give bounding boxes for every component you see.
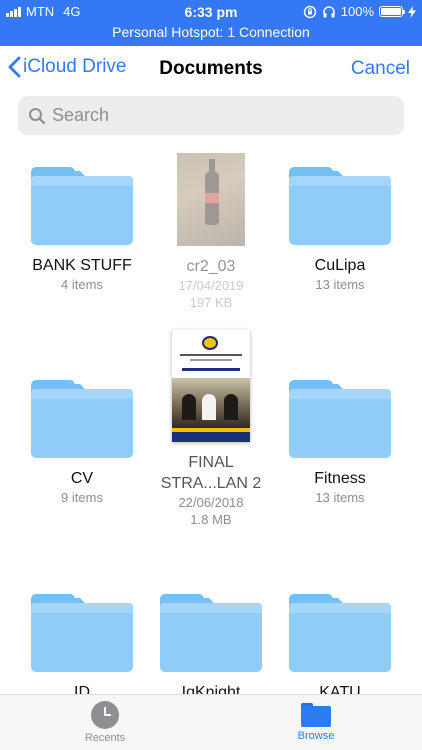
tab-recents[interactable]: Recents [55,701,155,744]
clock-icon [91,701,119,729]
item-name: CuLipa [314,257,366,274]
tab-browse[interactable]: Browse [266,701,366,742]
search-bar[interactable] [18,96,404,135]
item-date: 17/04/2019 [178,278,244,293]
photo-thumbnail [177,153,245,246]
orientation-lock-icon [303,5,316,18]
folder-item[interactable]: ID [17,594,147,703]
item-size: 197 KB [189,295,233,310]
item-name: BANK STUFF [32,257,132,274]
folder-item[interactable]: CV 9 items [17,380,147,506]
item-count: 13 items [315,490,365,505]
battery-icon [379,6,405,17]
folder-icon [31,167,133,245]
hotspot-banner[interactable]: Personal Hotspot: 1 Connection [0,24,422,40]
item-name: CV [70,470,94,487]
item-count: 4 items [61,277,103,292]
folder-item[interactable]: IqKnight [146,594,276,703]
folder-item[interactable]: BANK STUFF 4 items [17,167,147,293]
item-name: cr2_03 [186,258,236,275]
headphones-icon [323,5,335,17]
file-item[interactable]: cr2_03 17/04/2019 197 KB [146,153,276,311]
item-size: 1.8 MB [190,512,232,527]
folder-icon [31,380,133,458]
folder-icon [301,703,331,727]
charging-bolt-icon [408,5,416,18]
folder-icon [160,594,262,672]
search-icon [29,107,46,124]
status-right: 100% [303,4,416,19]
tab-bar: Recents Browse [0,694,422,750]
folder-item[interactable]: Fitness 13 items [275,380,405,506]
cancel-button[interactable]: Cancel [351,58,410,80]
item-count: 9 items [61,490,103,505]
item-count: 13 items [315,277,365,292]
navigation-bar: iCloud Drive Documents Cancel [0,46,422,94]
folder-icon [289,594,391,672]
status-bar: MTN 4G 6:33 pm 100% Personal Hotspot: 1 … [0,0,422,46]
battery-percent: 100% [340,4,374,19]
tab-recents-label: Recents [84,732,126,744]
folder-icon [289,380,391,458]
tab-browse-label: Browse [297,730,335,742]
item-name: Fitness [314,470,366,487]
folder-icon [31,594,133,672]
document-thumbnail [172,330,250,442]
folder-item[interactable]: KATU [275,594,405,703]
item-name: FINAL STRA...LAN 2 [160,454,262,492]
file-item[interactable]: FINAL STRA...LAN 2 22/06/2018 1.8 MB [146,330,276,528]
folder-icon [289,167,391,245]
folder-item[interactable]: CuLipa 13 items [275,167,405,293]
search-input[interactable] [52,105,372,126]
item-date: 22/06/2018 [178,495,244,510]
